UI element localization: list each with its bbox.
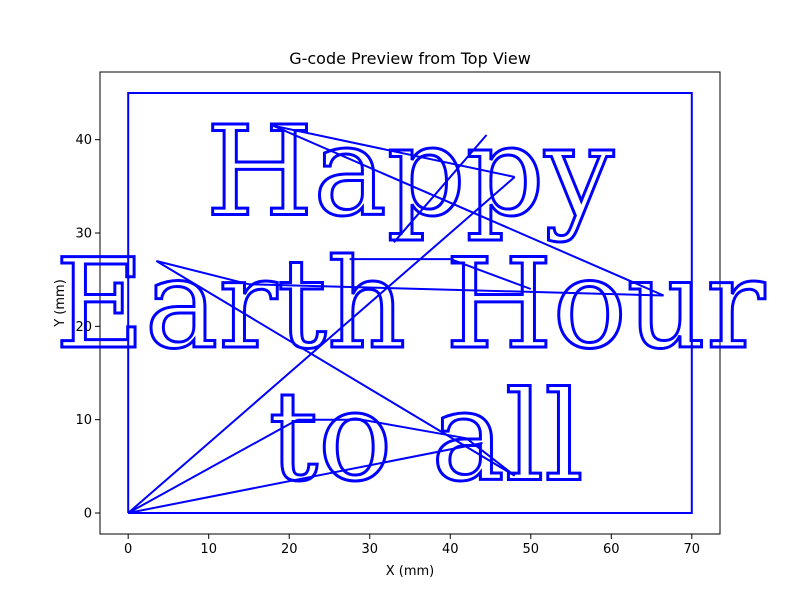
x-tick-label: 60 — [603, 542, 620, 557]
x-tick-label: 30 — [361, 542, 378, 557]
x-axis-label: X (mm) — [386, 564, 435, 579]
x-tick-label: 40 — [442, 542, 459, 557]
y-tick-label: 0 — [84, 507, 92, 522]
x-tick-label: 20 — [281, 542, 298, 557]
x-tick-label: 0 — [124, 542, 132, 557]
y-axis-label: Y (mm) — [53, 279, 68, 328]
y-tick-label: 20 — [75, 320, 92, 335]
engraved-text-line: Happy — [206, 101, 615, 244]
engraved-text-line: to all — [269, 366, 584, 509]
y-tick-label: 10 — [75, 413, 92, 428]
chart-title: G-code Preview from Top View — [289, 49, 531, 68]
x-tick-label: 10 — [200, 542, 217, 557]
gcode-preview-chart: G-code Preview from Top View HappyEarth … — [0, 0, 800, 600]
engraved-text-line: Earth Hour — [55, 234, 765, 377]
x-tick-label: 50 — [523, 542, 540, 557]
y-tick-label: 30 — [75, 227, 92, 242]
y-tick-label: 40 — [75, 133, 92, 148]
x-tick-label: 70 — [684, 542, 701, 557]
